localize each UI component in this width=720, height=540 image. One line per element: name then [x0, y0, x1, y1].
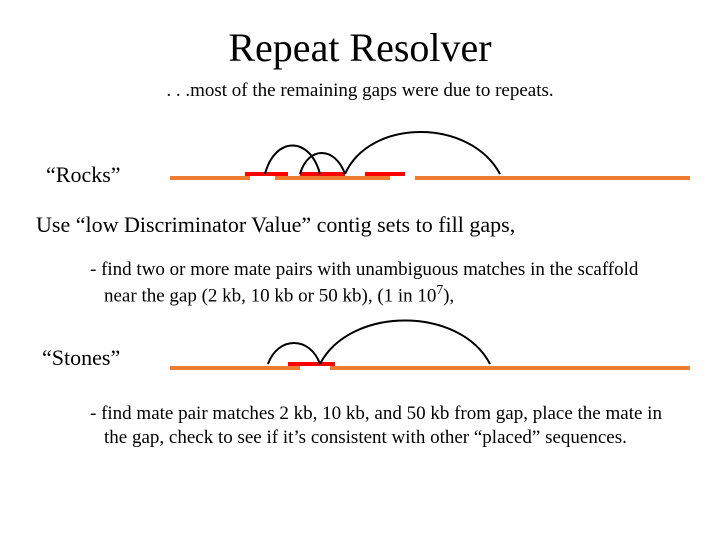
stones-diagram	[170, 308, 690, 378]
rocks-label: “Rocks”	[46, 162, 121, 188]
slide-subtitle: . . .most of the remaining gaps were due…	[0, 80, 720, 102]
slide-title: Repeat Resolver	[0, 24, 720, 71]
slide: Repeat Resolver . . .most of the remaini…	[0, 0, 720, 540]
rocks-diagram	[170, 118, 690, 188]
rocks-use-line: Use “low Discriminator Value” contig set…	[36, 212, 515, 238]
stones-detail: - find mate pair matches 2 kb, 10 kb, an…	[90, 402, 674, 450]
stones-label: “Stones”	[42, 345, 120, 371]
rocks-detail-prefix: - find two or more mate pairs with unamb…	[90, 259, 638, 306]
rocks-detail: - find two or more mate pairs with unamb…	[90, 258, 664, 308]
rocks-detail-suffix: ),	[443, 285, 454, 306]
